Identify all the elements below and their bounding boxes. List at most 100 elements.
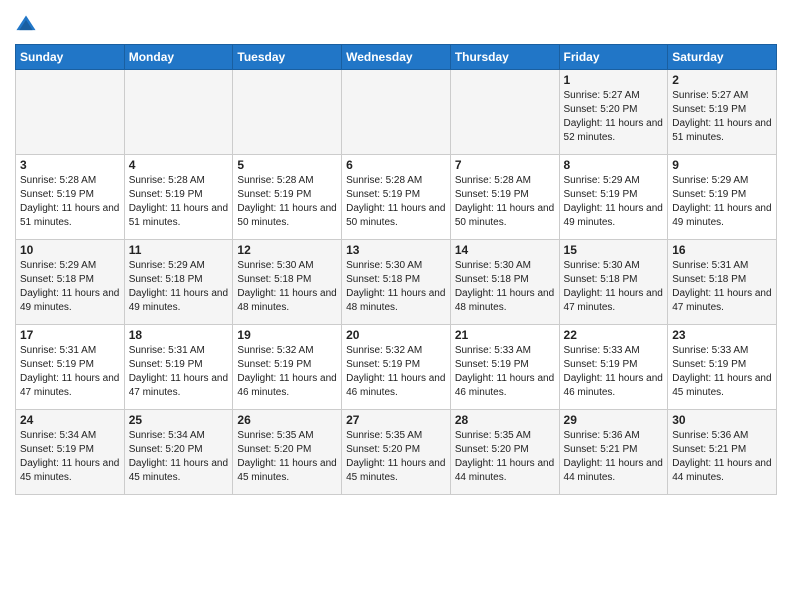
day-number: 12 bbox=[237, 243, 337, 257]
calendar-cell: 9 Sunrise: 5:29 AM Sunset: 5:19 PM Daylig… bbox=[668, 155, 777, 240]
day-of-week-saturday: Saturday bbox=[668, 45, 777, 70]
day-number: 14 bbox=[455, 243, 555, 257]
day-info: Sunrise: 5:34 AM Sunset: 5:19 PM Dayligh… bbox=[20, 429, 120, 485]
calendar-cell: 18 Sunrise: 5:31 AM Sunset: 5:19 PM Dayli… bbox=[124, 325, 233, 410]
day-info: Sunrise: 5:31 AM Sunset: 5:19 PM Dayligh… bbox=[20, 344, 120, 400]
day-info: Sunrise: 5:32 AM Sunset: 5:19 PM Dayligh… bbox=[346, 344, 446, 400]
day-number: 8 bbox=[564, 158, 664, 172]
calendar-cell bbox=[450, 70, 559, 155]
day-info: Sunrise: 5:27 AM Sunset: 5:20 PM Dayligh… bbox=[564, 89, 664, 145]
logo-icon bbox=[15, 14, 37, 36]
day-number: 29 bbox=[564, 413, 664, 427]
calendar-cell: 1 Sunrise: 5:27 AM Sunset: 5:20 PM Daylig… bbox=[559, 70, 668, 155]
calendar-cell: 30 Sunrise: 5:36 AM Sunset: 5:21 PM Dayli… bbox=[668, 410, 777, 495]
calendar-cell: 2 Sunrise: 5:27 AM Sunset: 5:19 PM Daylig… bbox=[668, 70, 777, 155]
calendar-header: SundayMondayTuesdayWednesdayThursdayFrid… bbox=[16, 45, 777, 70]
calendar-cell: 22 Sunrise: 5:33 AM Sunset: 5:19 PM Dayli… bbox=[559, 325, 668, 410]
day-info: Sunrise: 5:33 AM Sunset: 5:19 PM Dayligh… bbox=[672, 344, 772, 400]
calendar-cell: 12 Sunrise: 5:30 AM Sunset: 5:18 PM Dayli… bbox=[233, 240, 342, 325]
calendar-cell: 10 Sunrise: 5:29 AM Sunset: 5:18 PM Dayli… bbox=[16, 240, 125, 325]
day-info: Sunrise: 5:35 AM Sunset: 5:20 PM Dayligh… bbox=[237, 429, 337, 485]
day-number: 10 bbox=[20, 243, 120, 257]
day-number: 22 bbox=[564, 328, 664, 342]
day-number: 25 bbox=[129, 413, 229, 427]
day-info: Sunrise: 5:28 AM Sunset: 5:19 PM Dayligh… bbox=[346, 174, 446, 230]
day-info: Sunrise: 5:29 AM Sunset: 5:18 PM Dayligh… bbox=[129, 259, 229, 315]
day-info: Sunrise: 5:35 AM Sunset: 5:20 PM Dayligh… bbox=[346, 429, 446, 485]
calendar-cell bbox=[233, 70, 342, 155]
calendar-cell: 23 Sunrise: 5:33 AM Sunset: 5:19 PM Dayli… bbox=[668, 325, 777, 410]
calendar-cell: 29 Sunrise: 5:36 AM Sunset: 5:21 PM Dayli… bbox=[559, 410, 668, 495]
header bbox=[15, 10, 777, 36]
day-info: Sunrise: 5:27 AM Sunset: 5:19 PM Dayligh… bbox=[672, 89, 772, 145]
calendar-cell: 5 Sunrise: 5:28 AM Sunset: 5:19 PM Daylig… bbox=[233, 155, 342, 240]
calendar-cell: 11 Sunrise: 5:29 AM Sunset: 5:18 PM Dayli… bbox=[124, 240, 233, 325]
day-number: 9 bbox=[672, 158, 772, 172]
day-number: 7 bbox=[455, 158, 555, 172]
day-info: Sunrise: 5:33 AM Sunset: 5:19 PM Dayligh… bbox=[564, 344, 664, 400]
day-info: Sunrise: 5:32 AM Sunset: 5:19 PM Dayligh… bbox=[237, 344, 337, 400]
calendar-cell: 6 Sunrise: 5:28 AM Sunset: 5:19 PM Daylig… bbox=[342, 155, 451, 240]
day-number: 26 bbox=[237, 413, 337, 427]
calendar-cell: 21 Sunrise: 5:33 AM Sunset: 5:19 PM Dayli… bbox=[450, 325, 559, 410]
day-number: 21 bbox=[455, 328, 555, 342]
day-info: Sunrise: 5:29 AM Sunset: 5:18 PM Dayligh… bbox=[20, 259, 120, 315]
day-number: 3 bbox=[20, 158, 120, 172]
day-number: 19 bbox=[237, 328, 337, 342]
day-info: Sunrise: 5:30 AM Sunset: 5:18 PM Dayligh… bbox=[564, 259, 664, 315]
day-number: 30 bbox=[672, 413, 772, 427]
calendar-cell bbox=[342, 70, 451, 155]
calendar-cell: 16Sunrise: 5:31 AM Sunset: 5:18 PM Dayli… bbox=[668, 240, 777, 325]
day-info: Sunrise: 5:30 AM Sunset: 5:18 PM Dayligh… bbox=[237, 259, 337, 315]
day-info: Sunrise: 5:30 AM Sunset: 5:18 PM Dayligh… bbox=[346, 259, 446, 315]
calendar-cell: 28 Sunrise: 5:35 AM Sunset: 5:20 PM Dayli… bbox=[450, 410, 559, 495]
day-of-week-sunday: Sunday bbox=[16, 45, 125, 70]
day-number: 16 bbox=[672, 243, 772, 257]
day-info: Sunrise: 5:36 AM Sunset: 5:21 PM Dayligh… bbox=[672, 429, 772, 485]
day-info: Sunrise: 5:30 AM Sunset: 5:18 PM Dayligh… bbox=[455, 259, 555, 315]
day-of-week-monday: Monday bbox=[124, 45, 233, 70]
day-of-week-wednesday: Wednesday bbox=[342, 45, 451, 70]
day-of-week-tuesday: Tuesday bbox=[233, 45, 342, 70]
logo bbox=[15, 14, 41, 36]
day-number: 23 bbox=[672, 328, 772, 342]
day-number: 15 bbox=[564, 243, 664, 257]
day-number: 4 bbox=[129, 158, 229, 172]
calendar-cell: 20 Sunrise: 5:32 AM Sunset: 5:19 PM Dayli… bbox=[342, 325, 451, 410]
day-info: Sunrise: 5:34 AM Sunset: 5:20 PM Dayligh… bbox=[129, 429, 229, 485]
day-number: 20 bbox=[346, 328, 446, 342]
calendar-cell: 14 Sunrise: 5:30 AM Sunset: 5:18 PM Dayli… bbox=[450, 240, 559, 325]
day-of-week-friday: Friday bbox=[559, 45, 668, 70]
day-number: 11 bbox=[129, 243, 229, 257]
day-number: 6 bbox=[346, 158, 446, 172]
day-info: Sunrise: 5:33 AM Sunset: 5:19 PM Dayligh… bbox=[455, 344, 555, 400]
day-number: 17 bbox=[20, 328, 120, 342]
day-info: Sunrise: 5:28 AM Sunset: 5:19 PM Dayligh… bbox=[237, 174, 337, 230]
day-of-week-thursday: Thursday bbox=[450, 45, 559, 70]
day-number: 2 bbox=[672, 73, 772, 87]
day-number: 1 bbox=[564, 73, 664, 87]
day-info: Sunrise: 5:28 AM Sunset: 5:19 PM Dayligh… bbox=[129, 174, 229, 230]
day-info: Sunrise: 5:35 AM Sunset: 5:20 PM Dayligh… bbox=[455, 429, 555, 485]
calendar-cell bbox=[16, 70, 125, 155]
day-number: 5 bbox=[237, 158, 337, 172]
day-number: 24 bbox=[20, 413, 120, 427]
day-info: Sunrise: 5:31 AM Sunset: 5:19 PM Dayligh… bbox=[129, 344, 229, 400]
calendar-cell: 8 Sunrise: 5:29 AM Sunset: 5:19 PM Daylig… bbox=[559, 155, 668, 240]
day-info: Sunrise: 5:29 AM Sunset: 5:19 PM Dayligh… bbox=[564, 174, 664, 230]
calendar-cell: 3 Sunrise: 5:28 AM Sunset: 5:19 PM Daylig… bbox=[16, 155, 125, 240]
day-number: 13 bbox=[346, 243, 446, 257]
day-info: Sunrise: 5:28 AM Sunset: 5:19 PM Dayligh… bbox=[20, 174, 120, 230]
calendar-cell: 7 Sunrise: 5:28 AM Sunset: 5:19 PM Daylig… bbox=[450, 155, 559, 240]
day-info: Sunrise: 5:29 AM Sunset: 5:19 PM Dayligh… bbox=[672, 174, 772, 230]
day-number: 18 bbox=[129, 328, 229, 342]
calendar-cell: 4 Sunrise: 5:28 AM Sunset: 5:19 PM Daylig… bbox=[124, 155, 233, 240]
calendar-cell: 15 Sunrise: 5:30 AM Sunset: 5:18 PM Dayli… bbox=[559, 240, 668, 325]
calendar-cell: 13 Sunrise: 5:30 AM Sunset: 5:18 PM Dayli… bbox=[342, 240, 451, 325]
day-number: 28 bbox=[455, 413, 555, 427]
day-info: Sunrise: 5:36 AM Sunset: 5:21 PM Dayligh… bbox=[564, 429, 664, 485]
calendar-cell: 24 Sunrise: 5:34 AM Sunset: 5:19 PM Dayli… bbox=[16, 410, 125, 495]
calendar-cell: 25 Sunrise: 5:34 AM Sunset: 5:20 PM Dayli… bbox=[124, 410, 233, 495]
day-info: Sunrise: 5:28 AM Sunset: 5:19 PM Dayligh… bbox=[455, 174, 555, 230]
calendar-cell: 27Sunrise: 5:35 AM Sunset: 5:20 PM Dayli… bbox=[342, 410, 451, 495]
